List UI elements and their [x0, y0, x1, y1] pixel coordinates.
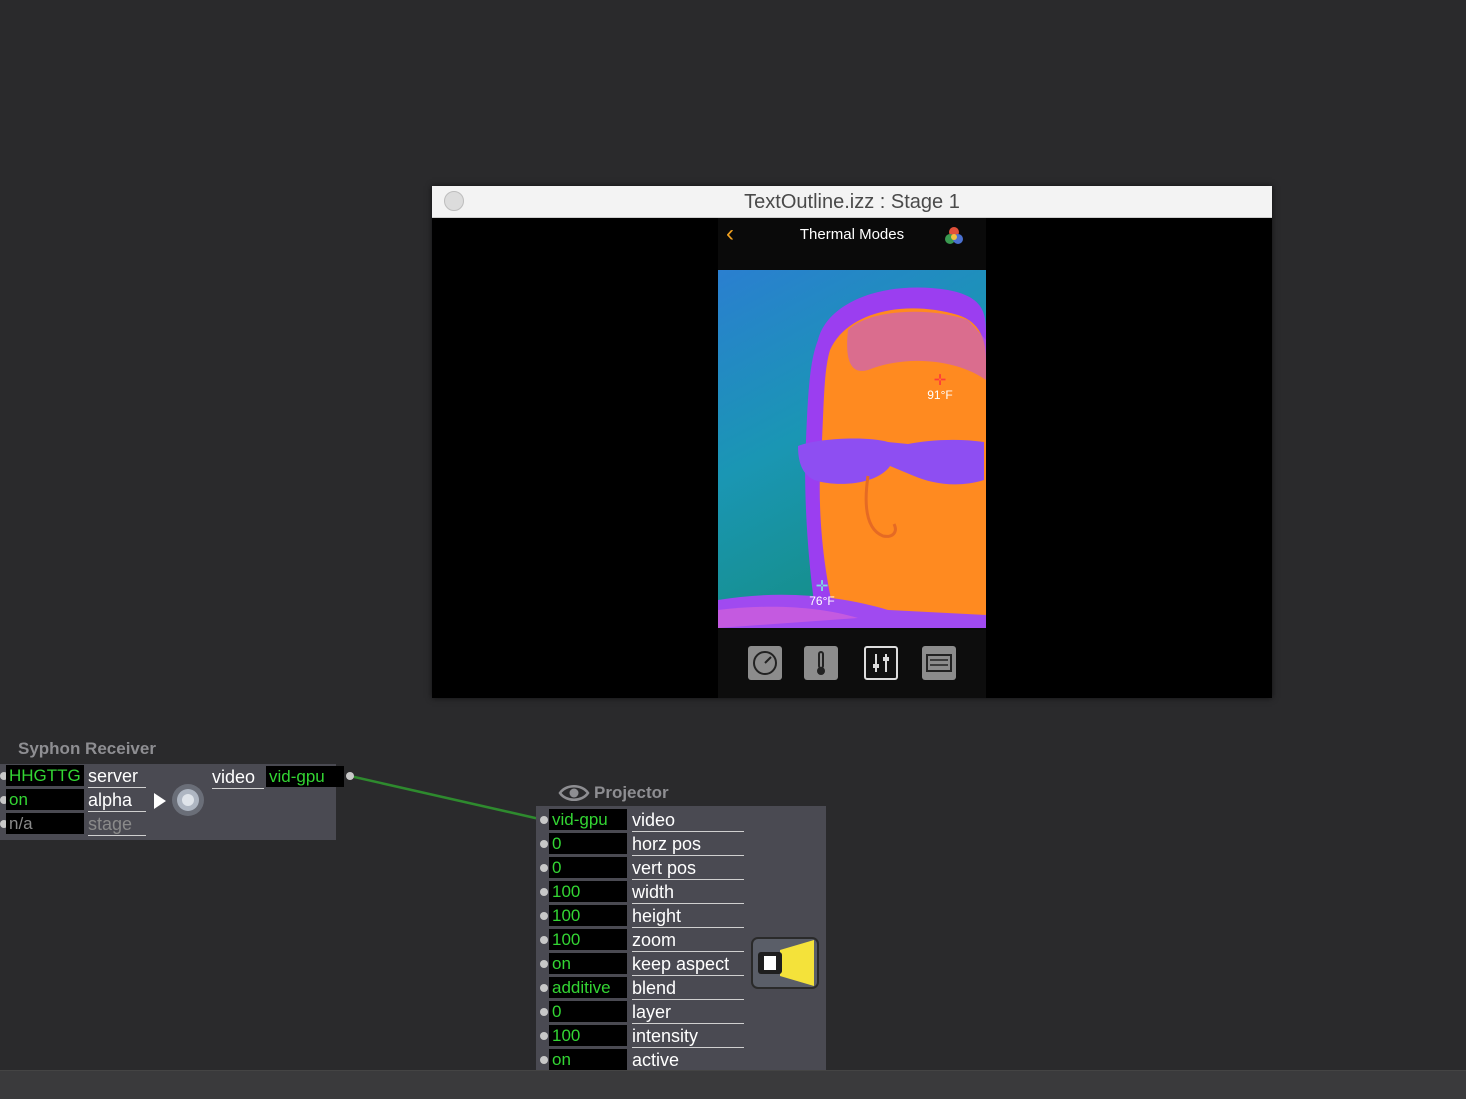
- phone-toolbar: [718, 630, 986, 698]
- input-port-row[interactable]: 100 height: [536, 905, 746, 928]
- input-port-row[interactable]: vid-gpu video: [536, 809, 746, 832]
- alpha-label: alpha: [88, 789, 146, 812]
- input-port-row[interactable]: 100 intensity: [536, 1025, 746, 1048]
- port-label: active: [632, 1049, 744, 1072]
- port-value[interactable]: on: [549, 1049, 627, 1070]
- syphon-receiver-title[interactable]: Syphon Receiver: [18, 739, 156, 759]
- port-value[interactable]: 0: [549, 857, 627, 878]
- stage-window-title: TextOutline.izz : Stage 1: [744, 191, 960, 213]
- phone-screen: ‹ Thermal Modes ✛ 91°F ✛ 76°F: [718, 218, 986, 698]
- stage-window[interactable]: TextOutline.izz : Stage 1 ‹ Thermal Mode…: [432, 186, 1272, 698]
- input-port-row[interactable]: on active: [536, 1049, 746, 1072]
- port-value[interactable]: additive: [549, 977, 627, 998]
- thermal-face-image: [718, 270, 986, 628]
- port-dot[interactable]: [540, 912, 548, 920]
- port-label: zoom: [632, 929, 744, 952]
- port-value[interactable]: 100: [549, 881, 627, 902]
- alpha-value[interactable]: on: [6, 789, 84, 810]
- stage-label: stage: [88, 813, 146, 836]
- port-dot[interactable]: [540, 936, 548, 944]
- port-label: intensity: [632, 1025, 744, 1048]
- port-dot[interactable]: [540, 840, 548, 848]
- phone-header: ‹ Thermal Modes: [718, 218, 986, 268]
- keyboard-icon: [922, 646, 956, 680]
- crosshair-icon: ✛: [933, 372, 947, 389]
- port-value[interactable]: 100: [549, 1025, 627, 1046]
- port-value[interactable]: 0: [549, 833, 627, 854]
- thermal-camera-image: ✛ 91°F ✛ 76°F: [718, 270, 986, 628]
- cold-temperature-marker: ✛ 76°F: [802, 578, 842, 608]
- syphon-receiver-node[interactable]: HHGTTG server on alpha n/a stage video v…: [0, 764, 344, 840]
- input-port-row[interactable]: 0 layer: [536, 1001, 746, 1024]
- projector-node[interactable]: vid-gpu video 0 horz pos 0 vert pos 100 width 10…: [536, 806, 826, 1072]
- play-triangle-icon[interactable]: [152, 791, 168, 811]
- syphon-actor-icon: [172, 784, 204, 816]
- hot-temperature-label: 91°F: [927, 388, 953, 402]
- port-value[interactable]: 0: [549, 1001, 627, 1022]
- input-port-row[interactable]: 0 horz pos: [536, 833, 746, 856]
- gauge-icon: [748, 646, 782, 680]
- port-dot[interactable]: [540, 888, 548, 896]
- port-value[interactable]: vid-gpu: [549, 809, 627, 830]
- eye-icon[interactable]: [558, 782, 590, 804]
- port-dot[interactable]: [540, 1056, 548, 1064]
- port-label: height: [632, 905, 744, 928]
- stage-titlebar[interactable]: TextOutline.izz : Stage 1: [432, 186, 1272, 218]
- port-dot[interactable]: [540, 864, 548, 872]
- server-value[interactable]: HHGTTG: [6, 765, 84, 786]
- port-value[interactable]: on: [549, 953, 627, 974]
- port-dot[interactable]: [540, 984, 548, 992]
- palette-icon: [945, 227, 963, 244]
- input-port-stage[interactable]: n/a stage: [0, 813, 160, 836]
- port-dot[interactable]: [540, 1032, 548, 1040]
- port-label: vert pos: [632, 857, 744, 880]
- crosshair-icon: ✛: [815, 578, 829, 595]
- video-output-label: video: [212, 766, 264, 789]
- port-label: keep aspect: [632, 953, 744, 976]
- port-label: horz pos: [632, 833, 744, 856]
- port-dot[interactable]: [540, 1008, 548, 1016]
- input-port-alpha[interactable]: on alpha: [0, 789, 160, 812]
- input-port-row[interactable]: additive blend: [536, 977, 746, 1000]
- thermometer-icon: [804, 646, 838, 680]
- input-port-row[interactable]: 100 width: [536, 881, 746, 904]
- status-bar: [0, 1070, 1466, 1099]
- output-port-dot[interactable]: [346, 772, 354, 780]
- port-label: width: [632, 881, 744, 904]
- hot-temperature-marker: ✛ 91°F: [920, 372, 960, 402]
- port-label: video: [632, 809, 744, 832]
- projector-title[interactable]: Projector: [594, 783, 669, 803]
- port-value[interactable]: 100: [549, 929, 627, 950]
- input-port-row[interactable]: on keep aspect: [536, 953, 746, 976]
- port-dot[interactable]: [540, 816, 548, 824]
- projector-actor-icon: [751, 937, 819, 989]
- port-label: layer: [632, 1001, 744, 1024]
- port-value[interactable]: 100: [549, 905, 627, 926]
- port-dot[interactable]: [540, 960, 548, 968]
- input-port-row[interactable]: 100 zoom: [536, 929, 746, 952]
- input-port-row[interactable]: 0 vert pos: [536, 857, 746, 880]
- input-port-server[interactable]: HHGTTG server: [0, 765, 160, 788]
- sliders-icon: [864, 646, 898, 680]
- stage-value[interactable]: n/a: [6, 813, 84, 834]
- server-label: server: [88, 765, 146, 788]
- port-label: blend: [632, 977, 744, 1000]
- cold-temperature-label: 76°F: [809, 594, 835, 608]
- video-output-value[interactable]: vid-gpu: [266, 766, 344, 787]
